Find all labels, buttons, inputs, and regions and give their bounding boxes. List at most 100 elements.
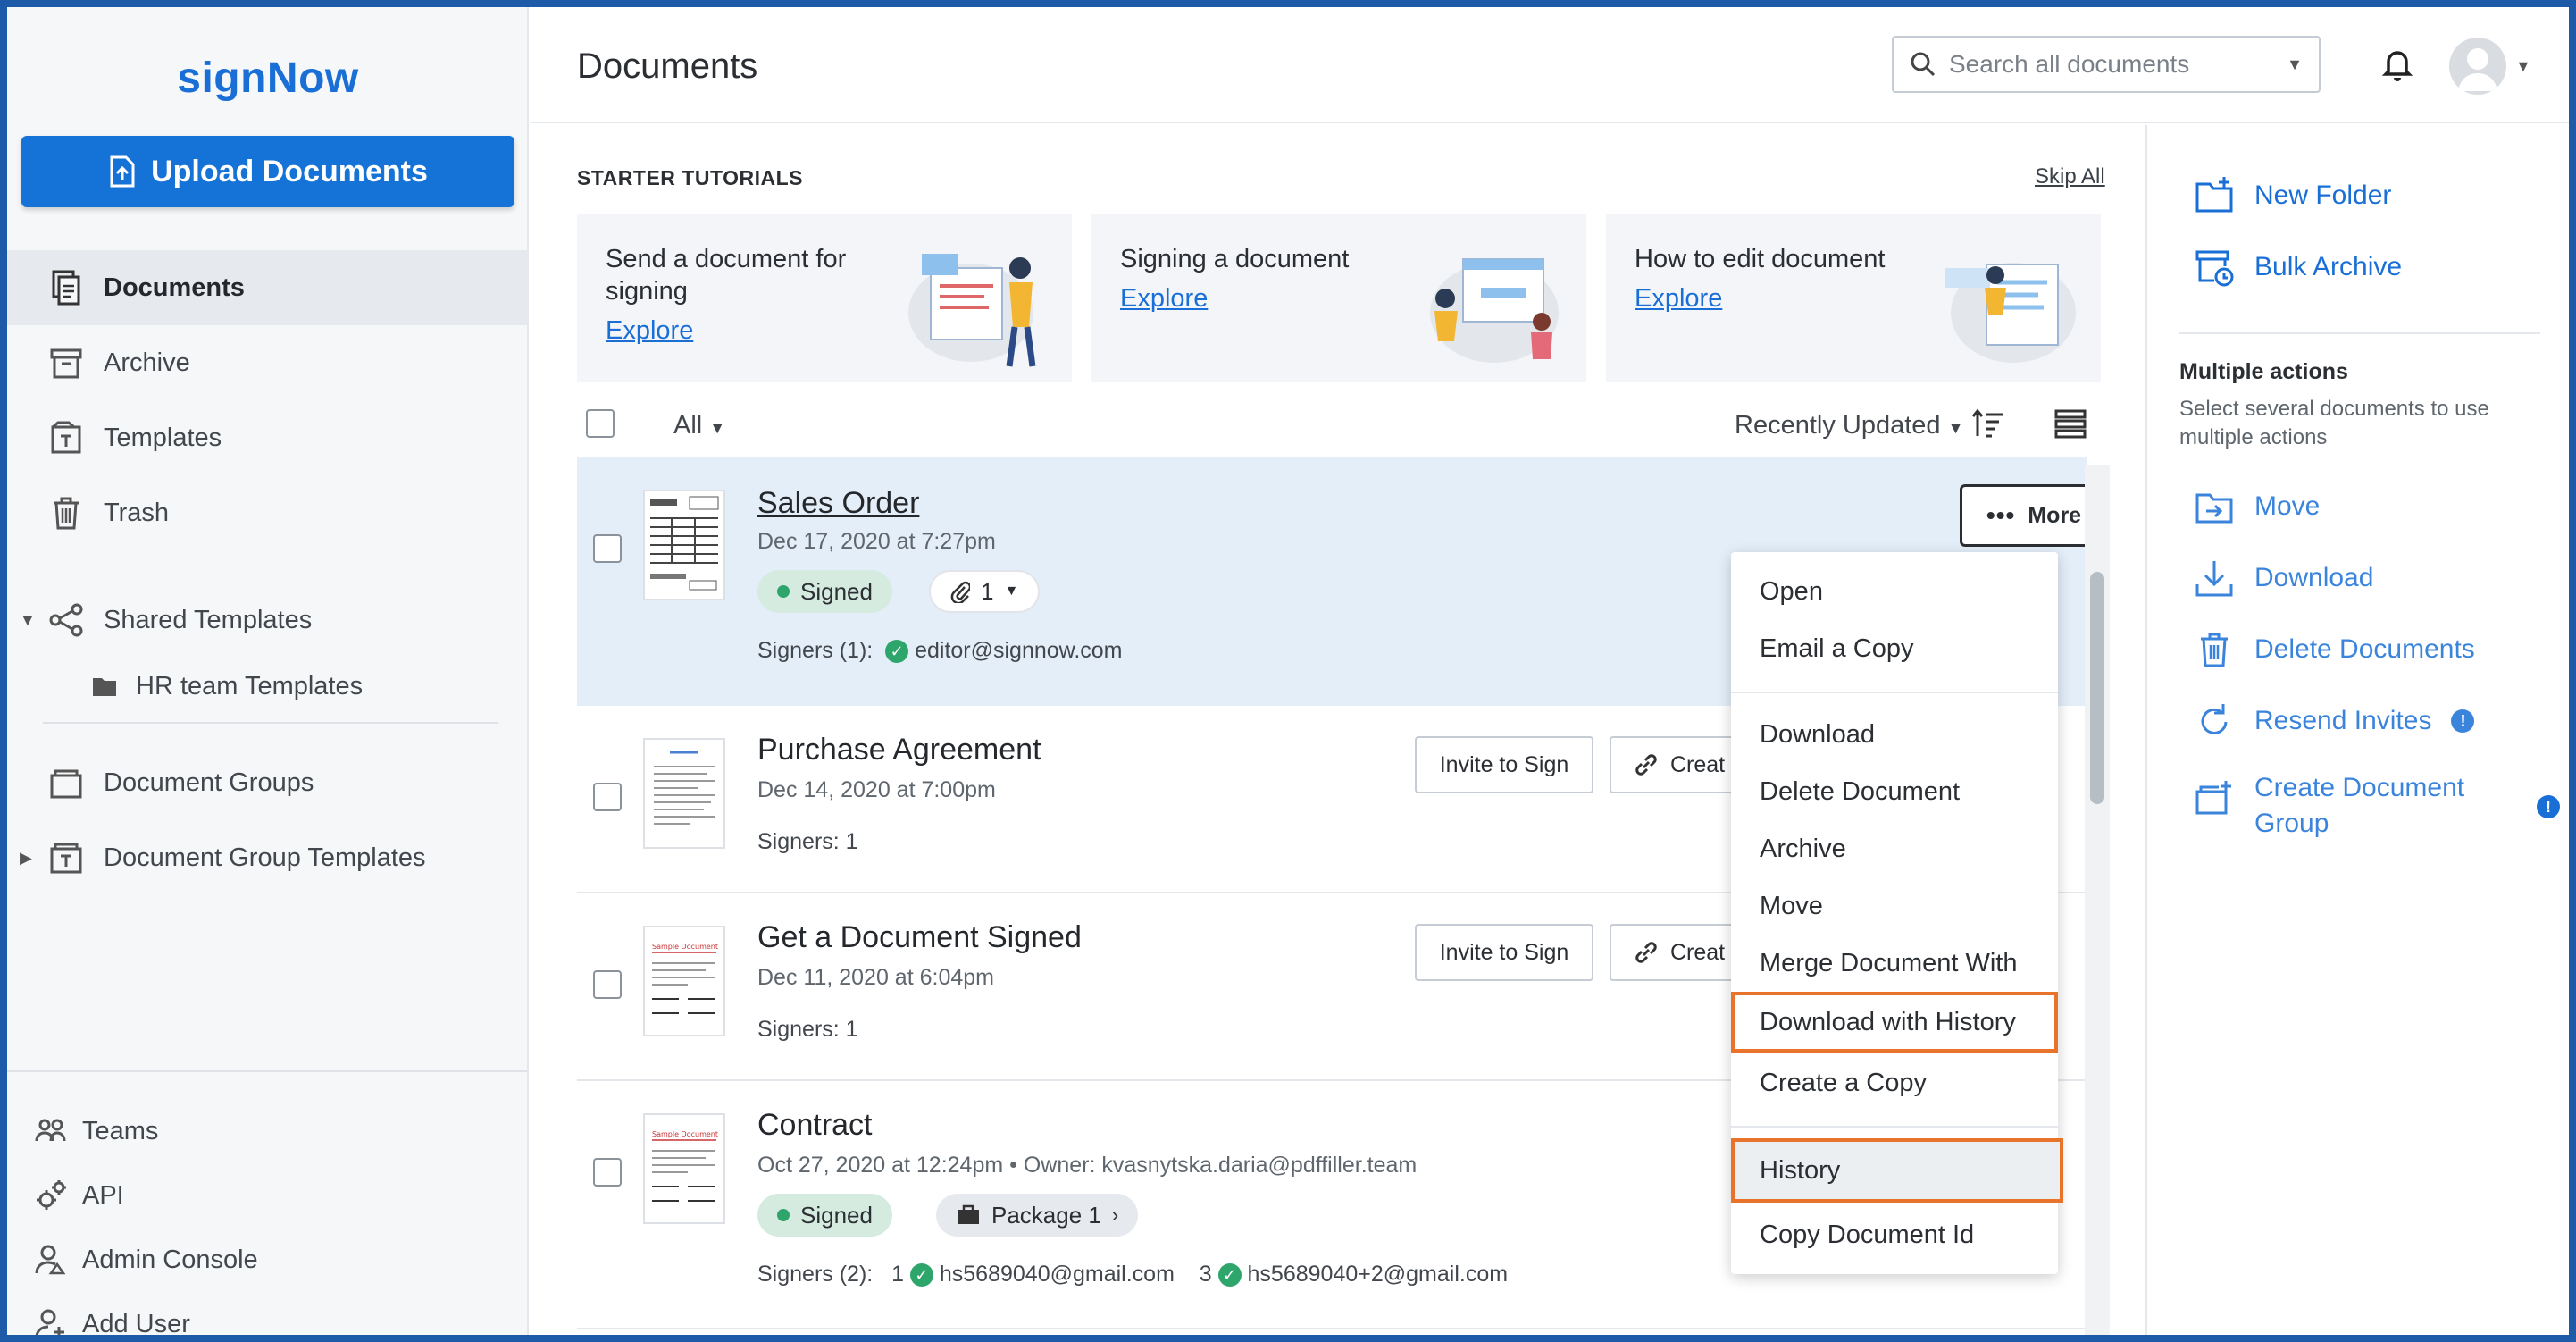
menu-item-download[interactable]: Download bbox=[1731, 706, 2058, 763]
filter-dropdown[interactable]: All ▼ bbox=[673, 411, 725, 440]
tutorial-illustration-icon bbox=[1945, 263, 2076, 363]
tutorial-card[interactable]: How to edit document Explore bbox=[1606, 214, 2101, 382]
explore-link[interactable]: Explore bbox=[1120, 284, 1208, 314]
menu-item-merge-document[interactable]: Merge Document With bbox=[1731, 935, 2058, 992]
skip-all-link[interactable]: Skip All bbox=[2035, 164, 2105, 189]
search-dropdown-icon[interactable]: ▼ bbox=[2287, 55, 2303, 74]
multiple-actions-title: Multiple actions bbox=[2179, 359, 2348, 384]
download-action[interactable]: Download bbox=[2194, 558, 2373, 599]
menu-item-copy-document-id[interactable]: Copy Document Id bbox=[1731, 1206, 2058, 1263]
svg-text:Sample Document: Sample Document bbox=[652, 943, 718, 951]
invite-to-sign-button[interactable]: Invite to Sign bbox=[1415, 736, 1593, 793]
signers-line: Signers (1): ✓ editor@signnow.com bbox=[757, 638, 1123, 664]
menu-item-history[interactable]: History bbox=[1731, 1138, 2063, 1203]
select-all-checkbox[interactable] bbox=[586, 409, 615, 438]
check-icon: ✓ bbox=[1217, 1263, 1242, 1287]
check-icon: ✓ bbox=[885, 640, 909, 664]
status-label: Signed bbox=[800, 1201, 873, 1229]
chevron-right-icon: › bbox=[1111, 1204, 1119, 1226]
sidebar-item-document-groups[interactable]: Document Groups bbox=[7, 745, 529, 820]
explore-link[interactable]: Explore bbox=[606, 316, 693, 346]
top-header: Documents Search all documents ▼ ▼ bbox=[531, 7, 2569, 123]
bell-icon[interactable] bbox=[2381, 46, 2413, 82]
create-document-group-label: Create Document Group bbox=[2254, 773, 2465, 838]
bulk-archive-label: Bulk Archive bbox=[2254, 252, 2403, 281]
document-owner: • Owner: kvasnytska.daria@pdffiller.team bbox=[1009, 1153, 1418, 1178]
document-date: Dec 17, 2020 at 7:27pm bbox=[757, 529, 996, 554]
document-thumbnail[interactable]: Sample Document bbox=[643, 926, 725, 1036]
document-thumbnail[interactable] bbox=[643, 490, 725, 600]
row-checkbox[interactable] bbox=[593, 1158, 622, 1187]
row-checkbox[interactable] bbox=[593, 783, 622, 811]
signer-email: hs5689040+2@gmail.com bbox=[1247, 1262, 1509, 1287]
resend-invites-label: Resend Invites bbox=[2254, 706, 2432, 735]
download-icon bbox=[2195, 561, 2233, 597]
package-badge[interactable]: Package 1 › bbox=[936, 1194, 1139, 1237]
document-preview-icon: Sample Document bbox=[652, 943, 718, 1014]
upload-documents-button[interactable]: Upload Documents bbox=[21, 136, 514, 207]
menu-item-create-copy[interactable]: Create a Copy bbox=[1731, 1054, 2058, 1111]
tutorial-card[interactable]: Send a document for signing Explore bbox=[577, 214, 1072, 382]
download-label: Download bbox=[2254, 563, 2374, 592]
sort-order-icon[interactable] bbox=[1970, 406, 2006, 441]
new-folder-button[interactable]: New Folder bbox=[2194, 175, 2391, 216]
menu-item-move[interactable]: Move bbox=[1731, 877, 2058, 935]
info-icon[interactable]: ! bbox=[2451, 709, 2475, 733]
document-name[interactable]: Get a Document Signed bbox=[757, 920, 1082, 955]
briefcase-icon bbox=[958, 1204, 979, 1224]
expand-caret-icon[interactable]: ▶ bbox=[20, 849, 32, 868]
resend-invites-action[interactable]: Resend Invites ! bbox=[2194, 700, 2475, 742]
sidebar-item-document-group-templates[interactable]: ▶ Document Group Templates bbox=[7, 820, 529, 895]
menu-item-archive[interactable]: Archive bbox=[1731, 820, 2058, 877]
sidebar-item-api[interactable]: API bbox=[7, 1163, 529, 1228]
document-thumbnail[interactable] bbox=[643, 738, 725, 849]
document-name[interactable]: Purchase Agreement bbox=[757, 733, 1041, 767]
check-icon: ✓ bbox=[909, 1263, 933, 1287]
menu-item-email-copy[interactable]: Email a Copy bbox=[1731, 620, 2058, 677]
sidebar-item-label: Archive bbox=[104, 348, 190, 377]
move-action[interactable]: Move bbox=[2194, 486, 2320, 527]
delete-documents-action[interactable]: Delete Documents bbox=[2194, 629, 2475, 670]
document-name[interactable]: Contract bbox=[757, 1108, 873, 1143]
tutorials-title: STARTER TUTORIALS bbox=[577, 166, 803, 189]
sidebar-item-teams[interactable]: Teams bbox=[7, 1099, 529, 1163]
row-checkbox[interactable] bbox=[593, 534, 622, 563]
explore-link[interactable]: Explore bbox=[1635, 284, 1722, 314]
invite-to-sign-button[interactable]: Invite to Sign bbox=[1415, 924, 1593, 981]
menu-item-download-with-history[interactable]: Download with History bbox=[1731, 992, 2058, 1053]
sidebar-item-archive[interactable]: Archive bbox=[7, 325, 529, 400]
sidebar-item-label: Templates bbox=[104, 423, 222, 452]
menu-item-delete-document[interactable]: Delete Document bbox=[1731, 763, 2058, 820]
ellipsis-icon: ••• bbox=[1986, 501, 2016, 529]
document-name-link[interactable]: Sales Order bbox=[757, 486, 919, 521]
search-input[interactable]: Search all documents ▼ bbox=[1892, 36, 2321, 93]
sidebar-item-label: Shared Templates bbox=[104, 605, 313, 634]
sidebar-item-shared-templates[interactable]: ▼ Shared Templates bbox=[7, 583, 529, 658]
account-caret-icon[interactable]: ▼ bbox=[2515, 57, 2531, 76]
sidebar-item-add-user[interactable]: Add User bbox=[7, 1292, 529, 1335]
create-document-group-action[interactable]: Create Document Group bbox=[2194, 770, 2487, 842]
sort-label: Recently Updated bbox=[1735, 411, 1941, 440]
signnow-logo[interactable]: signNow bbox=[7, 54, 529, 103]
move-folder-icon bbox=[2195, 493, 2233, 524]
list-view-icon[interactable] bbox=[2054, 407, 2087, 440]
bulk-archive-button[interactable]: Bulk Archive bbox=[2194, 247, 2402, 288]
sort-dropdown[interactable]: Recently Updated ▼ bbox=[1735, 411, 1963, 440]
sidebar-item-documents[interactable]: Documents bbox=[7, 250, 529, 325]
document-date: Dec 14, 2020 at 7:00pm bbox=[757, 777, 996, 802]
sidebar-item-trash[interactable]: Trash bbox=[7, 475, 529, 550]
sidebar-item-hr-team-templates[interactable]: HR team Templates bbox=[7, 649, 529, 724]
row-checkbox[interactable] bbox=[593, 970, 622, 999]
info-icon[interactable]: ! bbox=[2537, 795, 2560, 818]
document-thumbnail[interactable]: Sample Document bbox=[643, 1113, 725, 1224]
sidebar-item-label: API bbox=[82, 1180, 124, 1210]
menu-item-open[interactable]: Open bbox=[1731, 563, 2058, 620]
scrollbar-thumb[interactable] bbox=[2090, 572, 2104, 804]
sidebar-item-admin-console[interactable]: Admin Console bbox=[7, 1228, 529, 1292]
search-placeholder: Search all documents bbox=[1949, 50, 2190, 78]
tutorial-card[interactable]: Signing a document Explore bbox=[1091, 214, 1586, 382]
avatar[interactable] bbox=[2449, 38, 2506, 95]
sidebar-item-templates[interactable]: Templates bbox=[7, 400, 529, 475]
expand-caret-icon[interactable]: ▼ bbox=[20, 611, 36, 630]
attachments-dropdown[interactable]: 1 ▼ bbox=[929, 570, 1041, 613]
